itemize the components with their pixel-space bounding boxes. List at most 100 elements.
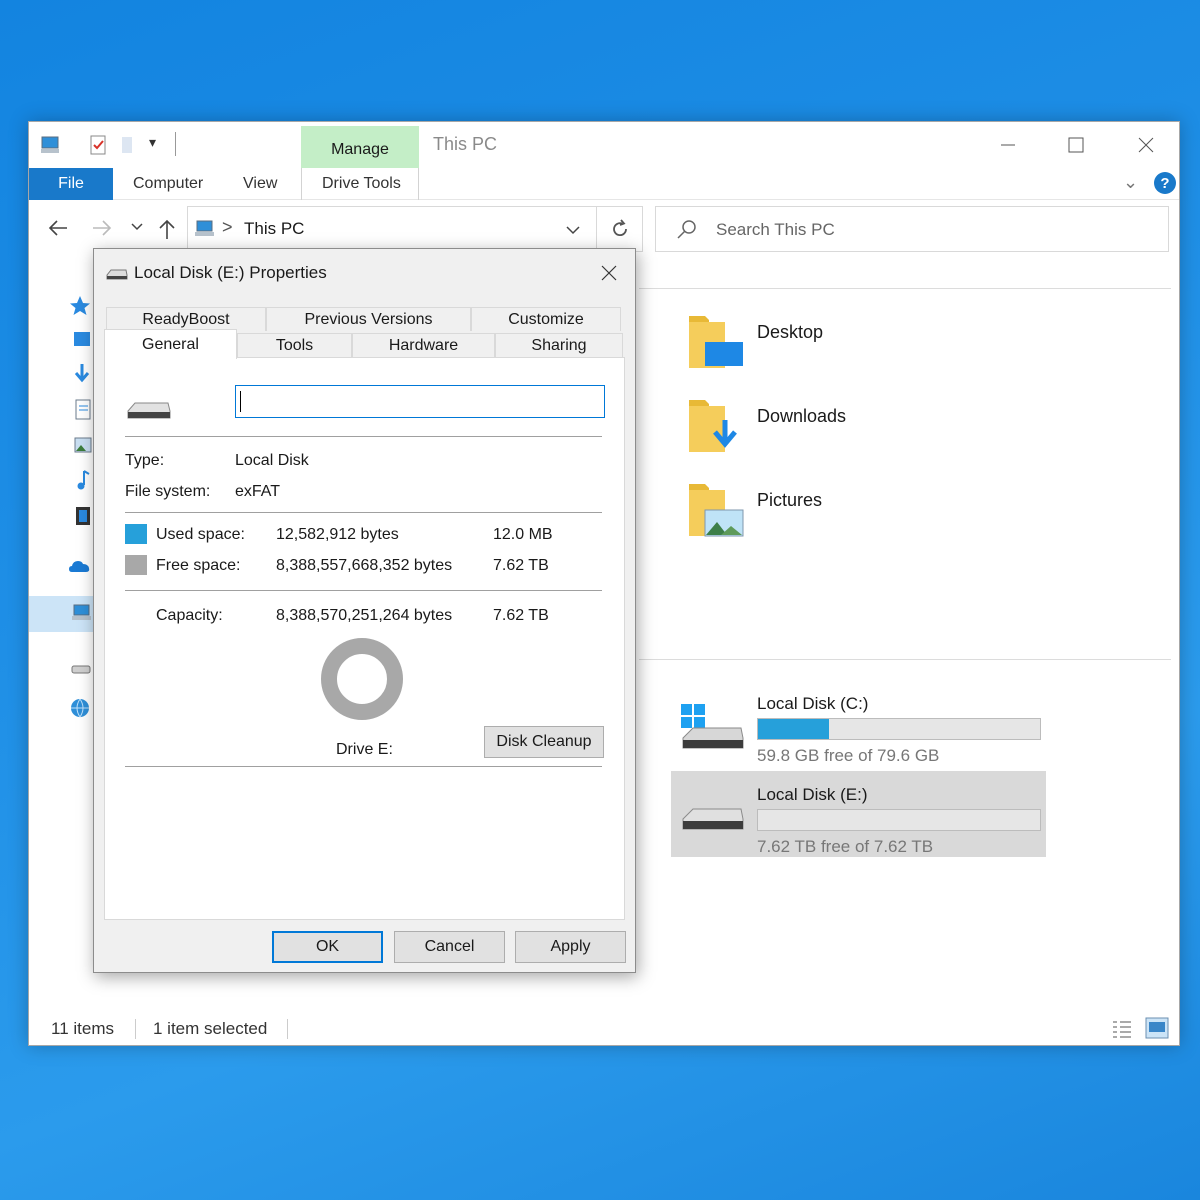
title-bar: ▾ Manage This PC	[29, 122, 1179, 168]
close-icon	[601, 265, 617, 281]
pictures-folder-icon	[689, 484, 744, 537]
close-button[interactable]	[1123, 128, 1169, 162]
downloads-nav-icon[interactable]	[67, 362, 93, 386]
maximize-button[interactable]	[1053, 128, 1099, 162]
drive-usage-bar	[757, 809, 1041, 831]
drives-group-divider	[639, 659, 1171, 660]
tab-view[interactable]: View	[243, 175, 277, 193]
details-view-icon[interactable]	[1111, 1019, 1133, 1039]
free-space-bytes: 8,388,557,668,352 bytes	[276, 557, 453, 574]
drive-icon	[127, 402, 171, 419]
back-arrow-icon	[48, 220, 67, 236]
drive-nav-icon[interactable]	[67, 656, 93, 680]
item-count: 11 items	[51, 1019, 114, 1038]
drive-name-input[interactable]	[235, 385, 605, 418]
svg-text:?: ?	[1160, 175, 1169, 192]
forward-button[interactable]	[91, 218, 113, 244]
dialog-close-button[interactable]	[593, 257, 625, 289]
address-bar[interactable]: > This PC	[187, 206, 597, 252]
properties-icon[interactable]	[87, 134, 109, 156]
forward-arrow-icon	[93, 220, 112, 236]
tab-customize[interactable]: Customize	[471, 307, 621, 331]
folders-group-divider	[639, 288, 1171, 289]
folder-pictures[interactable]: Pictures	[685, 480, 985, 550]
tab-tools[interactable]: Tools	[237, 333, 352, 357]
tab-previous-versions[interactable]: Previous Versions	[266, 307, 471, 331]
folder-label: Desktop	[757, 322, 824, 342]
search-box[interactable]: Search This PC	[655, 206, 1169, 252]
quick-access-star-icon[interactable]	[67, 294, 93, 318]
back-button[interactable]	[47, 218, 69, 244]
desktop-nav-icon[interactable]	[67, 328, 93, 352]
pictures-nav-icon[interactable]	[67, 434, 93, 458]
music-nav-icon[interactable]	[67, 468, 93, 492]
used-space-label: Used space:	[156, 526, 245, 543]
customize-toolbar-icon[interactable]: ▾	[149, 134, 156, 151]
breadcrumb-this-pc[interactable]: This PC	[244, 219, 304, 239]
refresh-icon	[612, 219, 627, 237]
search-icon	[677, 220, 696, 239]
recent-locations-button[interactable]	[131, 220, 143, 237]
breadcrumb-separator[interactable]: >	[222, 217, 233, 238]
new-folder-icon[interactable]	[117, 134, 139, 156]
up-button[interactable]	[157, 218, 177, 246]
used-space-bytes: 12,582,912 bytes	[276, 526, 399, 543]
onedrive-cloud-icon[interactable]	[67, 554, 93, 578]
window-title: This PC	[433, 134, 498, 154]
ribbon-tabs: File Computer View Drive Tools ⌄ ?	[29, 168, 1179, 200]
tab-file[interactable]: File	[29, 168, 113, 200]
search-placeholder: Search This PC	[716, 220, 835, 239]
maximize-icon	[1068, 137, 1084, 153]
minimize-icon	[1001, 144, 1015, 146]
videos-nav-icon[interactable]	[67, 504, 93, 528]
tab-readyboost[interactable]: ReadyBoost	[106, 307, 266, 331]
chevron-down-icon	[131, 223, 143, 231]
drive-e-selected[interactable]: Local Disk (E:) 7.62 TB free of 7.62 TB	[671, 771, 1046, 857]
downloads-folder-icon	[689, 400, 737, 452]
free-space-swatch	[125, 555, 147, 575]
drive-usage-fill	[758, 719, 829, 739]
separator	[125, 590, 602, 591]
refresh-button[interactable]	[597, 206, 643, 252]
type-label: Type:	[125, 452, 165, 469]
this-pc-nav-icon[interactable]	[67, 602, 93, 626]
drive-properties-dialog: Local Disk (E:) Properties ReadyBoost Pr…	[93, 248, 636, 973]
address-dropdown-icon[interactable]	[566, 225, 580, 235]
help-icon[interactable]: ?	[1153, 171, 1177, 195]
minimize-button[interactable]	[985, 128, 1031, 162]
network-globe-icon[interactable]	[67, 696, 93, 720]
status-bar: 11 items 1 item selected	[29, 1013, 1179, 1045]
tab-computer[interactable]: Computer	[133, 175, 203, 193]
ok-button[interactable]: OK	[272, 931, 383, 963]
windows-drive-icon	[681, 704, 744, 749]
large-icons-view-icon[interactable]	[1145, 1017, 1169, 1039]
tab-sharing[interactable]: Sharing	[495, 333, 623, 357]
drive-label: Local Disk (C:)	[757, 694, 869, 713]
capacity-bytes: 8,388,570,251,264 bytes	[276, 607, 453, 624]
folder-downloads[interactable]: Downloads	[685, 396, 985, 466]
disk-usage-donut	[321, 638, 403, 720]
capacity-label: Capacity:	[156, 607, 223, 624]
close-icon	[1138, 137, 1154, 153]
drive-letter-label: Drive E:	[336, 741, 393, 758]
hard-drive-icon	[682, 808, 744, 830]
folder-desktop[interactable]: Desktop	[685, 312, 985, 382]
cancel-button[interactable]: Cancel	[394, 931, 505, 963]
tab-hardware[interactable]: Hardware	[352, 333, 495, 357]
manage-tab[interactable]: Manage	[301, 126, 419, 168]
file-system-label: File system:	[125, 483, 211, 500]
tab-drive-tools[interactable]: Drive Tools	[322, 175, 401, 193]
disk-cleanup-button[interactable]: Disk Cleanup	[484, 726, 604, 758]
computer-icon[interactable]	[39, 134, 61, 156]
expand-ribbon-icon[interactable]: ⌄	[1123, 172, 1138, 193]
navigation-bar: > This PC Search This PC	[29, 206, 1179, 252]
drive-label: Local Disk (E:)	[757, 785, 868, 804]
separator	[125, 436, 602, 437]
apply-button[interactable]: Apply	[515, 931, 626, 963]
up-arrow-icon	[159, 219, 175, 239]
drive-c[interactable]: Local Disk (C:) 59.8 GB free of 79.6 GB	[671, 680, 1046, 766]
free-space-ring	[321, 638, 403, 720]
tab-general[interactable]: General	[104, 329, 237, 359]
documents-nav-icon[interactable]	[67, 398, 93, 422]
separator	[125, 512, 602, 513]
